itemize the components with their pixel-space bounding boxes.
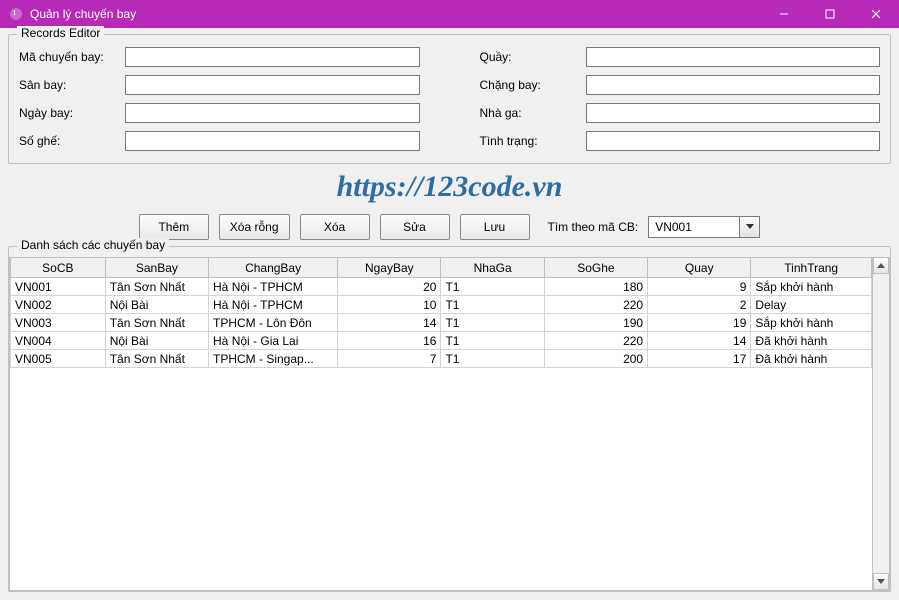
cell-soghe[interactable]: 190 <box>544 314 647 332</box>
flight-list-legend: Danh sách các chuyến bay <box>17 238 169 252</box>
input-chang-bay[interactable] <box>586 75 881 95</box>
input-so-ghe[interactable] <box>125 131 420 151</box>
search-combo[interactable] <box>648 216 760 238</box>
input-quay[interactable] <box>586 47 881 67</box>
column-header[interactable]: ChangBay <box>209 258 338 278</box>
label-nha-ga: Nhà ga: <box>480 106 580 120</box>
cell-quay[interactable]: 19 <box>648 314 751 332</box>
cell-quay[interactable]: 14 <box>648 332 751 350</box>
cell-socb[interactable]: VN005 <box>11 350 106 368</box>
window-title: Quản lý chuyến bay <box>30 7 761 21</box>
dropdown-arrow-icon[interactable] <box>739 217 759 237</box>
search-label: Tìm theo mã CB: <box>548 220 639 234</box>
cell-sanbay[interactable]: Nội Bài <box>105 296 208 314</box>
cell-socb[interactable]: VN003 <box>11 314 106 332</box>
records-editor-legend: Records Editor <box>17 26 104 40</box>
cell-changbay[interactable]: Hà Nội - TPHCM <box>209 278 338 296</box>
app-window: Quản lý chuyến bay Records Editor Mã chu… <box>0 0 899 600</box>
cell-changbay[interactable]: Hà Nội - TPHCM <box>209 296 338 314</box>
table-row[interactable]: VN003Tân Sơn NhấtTPHCM - Lôn Đôn14T11901… <box>11 314 872 332</box>
cell-ngaybay[interactable]: 10 <box>338 296 441 314</box>
cell-nhaga[interactable]: T1 <box>441 296 544 314</box>
label-ngay-bay: Ngày bay: <box>19 106 119 120</box>
cell-tinhtrang[interactable]: Đã khởi hành <box>751 350 872 368</box>
label-so-ghe: Số ghế: <box>19 134 119 148</box>
toolbar: Thêm Xóa rỗng Xóa Sửa Lưu Tìm theo mã CB… <box>8 214 891 240</box>
cell-ngaybay[interactable]: 20 <box>338 278 441 296</box>
cell-nhaga[interactable]: T1 <box>441 314 544 332</box>
edit-button[interactable]: Sửa <box>380 214 450 240</box>
input-tinh-trang[interactable] <box>586 131 881 151</box>
column-header[interactable]: TinhTrang <box>751 258 872 278</box>
input-ngay-bay[interactable] <box>125 103 420 123</box>
add-button[interactable]: Thêm <box>139 214 209 240</box>
cell-soghe[interactable]: 220 <box>544 332 647 350</box>
cell-sanbay[interactable]: Tân Sơn Nhất <box>105 278 208 296</box>
table-row[interactable]: VN002Nội BàiHà Nội - TPHCM10T12202Delay <box>11 296 872 314</box>
cell-tinhtrang[interactable]: Sắp khởi hành <box>751 278 872 296</box>
scroll-up-button[interactable] <box>873 257 889 274</box>
vertical-scrollbar[interactable] <box>872 257 889 590</box>
watermark-text: https://123code.vn <box>8 170 891 204</box>
cell-quay[interactable]: 9 <box>648 278 751 296</box>
table-row[interactable]: VN001Tân Sơn NhấtHà Nội - TPHCM20T11809S… <box>11 278 872 296</box>
label-chang-bay: Chặng bay: <box>480 78 580 92</box>
save-button[interactable]: Lưu <box>460 214 530 240</box>
window-controls <box>761 0 899 28</box>
close-button[interactable] <box>853 0 899 28</box>
input-san-bay[interactable] <box>125 75 420 95</box>
delete-button[interactable]: Xóa <box>300 214 370 240</box>
clear-button[interactable]: Xóa rỗng <box>219 214 290 240</box>
column-header[interactable]: SanBay <box>105 258 208 278</box>
cell-soghe[interactable]: 220 <box>544 296 647 314</box>
content-area: Records Editor Mã chuyến bay: Quầy: Sân … <box>0 28 899 600</box>
minimize-button[interactable] <box>761 0 807 28</box>
scroll-track[interactable] <box>873 274 889 573</box>
column-header[interactable]: NgayBay <box>338 258 441 278</box>
maximize-button[interactable] <box>807 0 853 28</box>
cell-nhaga[interactable]: T1 <box>441 332 544 350</box>
cell-quay[interactable]: 2 <box>648 296 751 314</box>
java-app-icon <box>8 6 24 22</box>
records-editor-panel: Records Editor Mã chuyến bay: Quầy: Sân … <box>8 34 891 164</box>
cell-nhaga[interactable]: T1 <box>441 350 544 368</box>
column-header[interactable]: SoGhe <box>544 258 647 278</box>
titlebar[interactable]: Quản lý chuyến bay <box>0 0 899 28</box>
input-ma-chuyen-bay[interactable] <box>125 47 420 67</box>
flight-table[interactable]: SoCBSanBayChangBayNgayBayNhaGaSoGheQuayT… <box>10 257 872 368</box>
cell-socb[interactable]: VN002 <box>11 296 106 314</box>
cell-quay[interactable]: 17 <box>648 350 751 368</box>
cell-sanbay[interactable]: Tân Sơn Nhất <box>105 314 208 332</box>
cell-sanbay[interactable]: Nội Bài <box>105 332 208 350</box>
search-input[interactable] <box>649 217 739 237</box>
column-header[interactable]: NhaGa <box>441 258 544 278</box>
cell-ngaybay[interactable]: 16 <box>338 332 441 350</box>
cell-tinhtrang[interactable]: Delay <box>751 296 872 314</box>
cell-ngaybay[interactable]: 7 <box>338 350 441 368</box>
flight-table-wrap[interactable]: SoCBSanBayChangBayNgayBayNhaGaSoGheQuayT… <box>10 257 872 590</box>
column-header[interactable]: Quay <box>648 258 751 278</box>
cell-socb[interactable]: VN001 <box>11 278 106 296</box>
cell-changbay[interactable]: TPHCM - Singap... <box>209 350 338 368</box>
column-header[interactable]: SoCB <box>11 258 106 278</box>
cell-tinhtrang[interactable]: Sắp khởi hành <box>751 314 872 332</box>
cell-socb[interactable]: VN004 <box>11 332 106 350</box>
cell-changbay[interactable]: TPHCM - Lôn Đôn <box>209 314 338 332</box>
cell-ngaybay[interactable]: 14 <box>338 314 441 332</box>
input-nha-ga[interactable] <box>586 103 881 123</box>
cell-soghe[interactable]: 180 <box>544 278 647 296</box>
label-tinh-trang: Tình trạng: <box>480 134 580 148</box>
table-row[interactable]: VN004Nội BàiHà Nội - Gia Lai16T122014Đã … <box>11 332 872 350</box>
table-row[interactable]: VN005Tân Sơn NhấtTPHCM - Singap...7T1200… <box>11 350 872 368</box>
label-quay: Quầy: <box>480 50 580 64</box>
label-ma-chuyen-bay: Mã chuyến bay: <box>19 50 119 64</box>
cell-changbay[interactable]: Hà Nội - Gia Lai <box>209 332 338 350</box>
label-san-bay: Sân bay: <box>19 78 119 92</box>
cell-nhaga[interactable]: T1 <box>441 278 544 296</box>
cell-tinhtrang[interactable]: Đã khởi hành <box>751 332 872 350</box>
cell-sanbay[interactable]: Tân Sơn Nhất <box>105 350 208 368</box>
cell-soghe[interactable]: 200 <box>544 350 647 368</box>
flight-list-panel: Danh sách các chuyến bay SoCBSanBayChang… <box>8 246 891 592</box>
scroll-down-button[interactable] <box>873 573 889 590</box>
